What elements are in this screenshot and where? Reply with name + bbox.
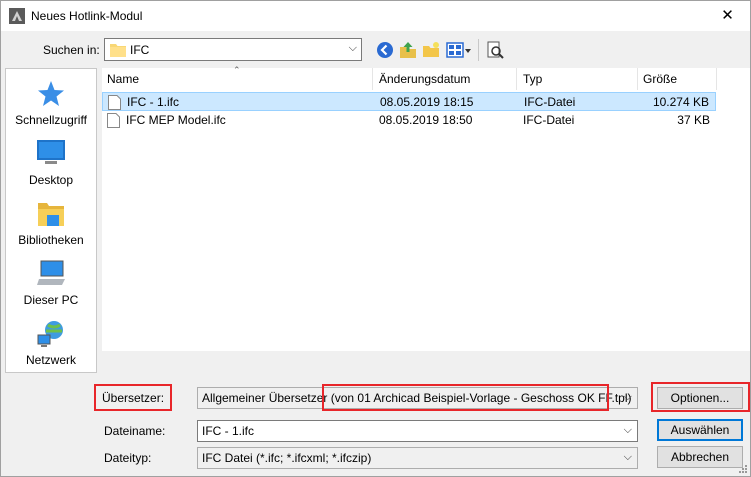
place-label: Bibliotheken	[18, 233, 84, 247]
filetype-label: Dateityp:	[104, 451, 152, 465]
back-icon[interactable]	[376, 41, 394, 59]
computer-icon	[37, 260, 65, 285]
view-menu-icon[interactable]	[446, 41, 472, 59]
file-type: IFC-Datei	[523, 113, 575, 127]
star-icon	[38, 81, 64, 106]
cancel-button[interactable]: Abbrechen	[657, 446, 743, 468]
chevron-down-icon: ⌵	[623, 391, 632, 403]
file-size: 10.274 KB	[652, 95, 709, 109]
place-network[interactable]: Netzwerk	[6, 319, 96, 377]
filetype-value: IFC Datei (*.ifc; *.ifcxml; *.ifczip)	[202, 451, 372, 465]
options-button[interactable]: Optionen...	[657, 387, 743, 409]
new-folder-icon[interactable]	[422, 41, 440, 59]
look-in-label: Suchen in:	[43, 43, 100, 57]
file-date: 08.05.2019 18:15	[380, 95, 474, 109]
title-bar: Neues Hotlink-Modul ✕	[1, 1, 750, 31]
desktop-icon	[37, 140, 65, 164]
place-libraries[interactable]: Bibliotheken	[6, 199, 96, 257]
column-divider[interactable]	[716, 68, 717, 90]
look-in-value: IFC	[130, 43, 150, 57]
resize-grip-icon[interactable]	[738, 464, 748, 474]
chevron-down-icon: ⌵	[623, 424, 632, 436]
file-row[interactable]: IFC - 1.ifc 08.05.2019 18:15 IFC-Datei 1…	[102, 92, 716, 111]
file-icon	[107, 113, 120, 128]
window-title: Neues Hotlink-Modul	[31, 9, 143, 23]
chevron-down-icon: ⌵	[623, 451, 632, 463]
place-this-pc[interactable]: Dieser PC	[6, 259, 96, 317]
column-header-size[interactable]: Größe	[643, 72, 677, 86]
file-list-footer	[102, 351, 750, 381]
libraries-icon	[38, 203, 64, 226]
network-icon	[37, 321, 63, 347]
column-header-name-label: Name	[107, 72, 140, 86]
translator-template-highlight	[322, 384, 609, 411]
look-in-dropdown[interactable]: IFC ⌵	[104, 38, 362, 61]
file-size: 37 KB	[677, 113, 710, 127]
archicad-app-icon	[9, 8, 25, 24]
translator-label: Übersetzer:	[102, 391, 165, 405]
file-name: IFC - 1.ifc	[127, 95, 180, 109]
file-list[interactable]: ⌃ Name Änderungsdatum Typ Größe IFC - 1.…	[102, 65, 750, 351]
folder-icon	[110, 44, 126, 57]
column-header-date[interactable]: Änderungsdatum	[379, 72, 470, 86]
places-bar: Schnellzugriff Desktop Bibliotheken Dies…	[5, 68, 97, 373]
filename-value: IFC - 1.ifc	[202, 424, 255, 438]
place-label: Netzwerk	[25, 353, 76, 367]
up-folder-icon[interactable]	[399, 41, 417, 59]
filetype-dropdown[interactable]: IFC Datei (*.ifc; *.ifcxml; *.ifczip) ⌵	[197, 447, 638, 469]
filename-input[interactable]: IFC - 1.ifc ⌵	[197, 420, 638, 442]
file-dialog: Neues Hotlink-Modul ✕ Suchen in: IFC ⌵ S…	[0, 0, 751, 477]
sort-ascending-icon: ⌃	[233, 65, 241, 75]
place-desktop[interactable]: Desktop	[6, 139, 96, 197]
column-header-type[interactable]: Typ	[523, 72, 542, 86]
toolbar-separator	[478, 39, 479, 61]
place-label: Schnellzugriff	[15, 113, 87, 127]
preview-icon[interactable]	[486, 41, 504, 59]
chevron-down-icon: ⌵	[348, 42, 357, 54]
column-divider[interactable]	[372, 68, 373, 90]
place-label: Desktop	[28, 173, 74, 187]
translator-value-prefix: Allgemeiner Übersetzer	[202, 391, 331, 405]
file-icon	[108, 95, 121, 110]
place-label: Dieser PC	[23, 293, 79, 307]
place-quick-access[interactable]: Schnellzugriff	[6, 79, 96, 137]
column-divider[interactable]	[637, 68, 638, 90]
file-name: IFC MEP Model.ifc	[126, 113, 226, 127]
filename-label: Dateiname:	[104, 424, 166, 438]
select-button[interactable]: Auswählen	[657, 419, 743, 441]
file-date: 08.05.2019 18:50	[379, 113, 473, 127]
file-type: IFC-Datei	[524, 95, 576, 109]
column-divider[interactable]	[516, 68, 517, 90]
close-button[interactable]: ✕	[705, 1, 750, 31]
file-row[interactable]: IFC MEP Model.ifc 08.05.2019 18:50 IFC-D…	[102, 111, 716, 130]
